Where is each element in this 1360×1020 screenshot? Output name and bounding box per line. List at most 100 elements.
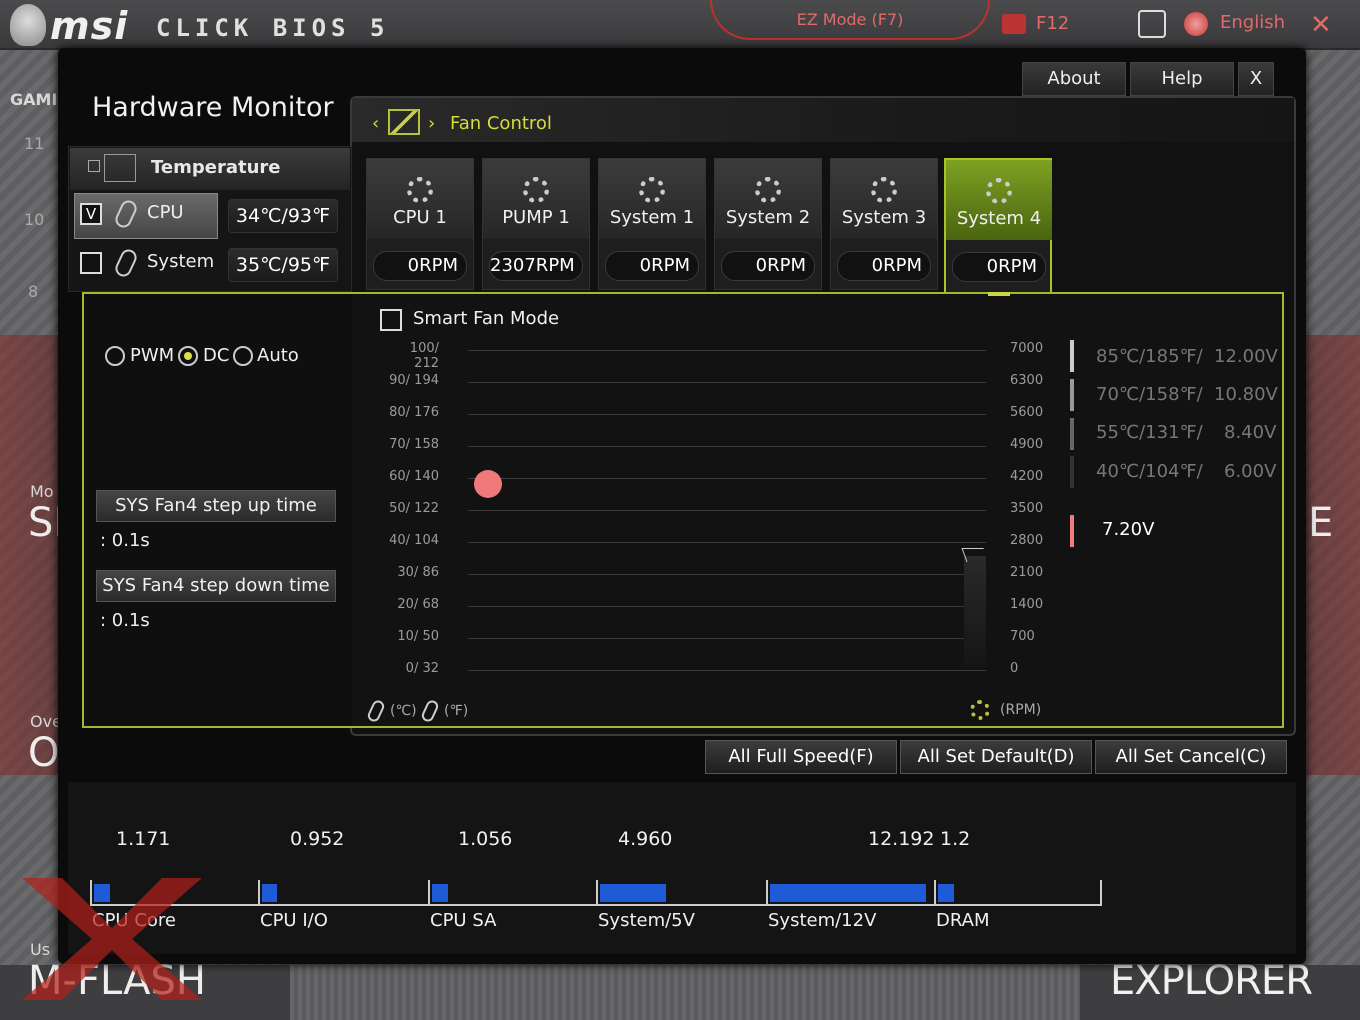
y-right-tick: 3500 [1010, 501, 1044, 516]
f12-button[interactable]: F12 [1036, 13, 1069, 34]
pwm-radio[interactable] [105, 346, 125, 366]
rpm-gauge [964, 556, 986, 666]
fan-rpm: 0RPM [373, 251, 467, 281]
y-right-tick: 4200 [1010, 469, 1044, 484]
legend-bar [1070, 418, 1074, 450]
bg-label: 10 [24, 210, 45, 229]
legend-voltage: 10.80V [1214, 384, 1278, 405]
explorer-button[interactable]: EXPLORER [1110, 958, 1313, 1004]
legend-voltage: 6.00V [1224, 461, 1277, 482]
all-set-default-button[interactable]: All Set Default(D) [900, 740, 1092, 774]
temp-row-label: CPU [147, 202, 184, 223]
voltage-bar [938, 884, 954, 902]
cpu-temp-value: 34℃/93℉ [228, 199, 338, 233]
bg-label: E [1308, 500, 1334, 546]
legend-voltage: 8.40V [1224, 422, 1277, 443]
y-right-tick: 6300 [1010, 373, 1044, 388]
background-panel-right [1304, 335, 1360, 775]
selected-tab-marker [988, 292, 1010, 296]
voltage-value: 1.056 [458, 828, 513, 850]
fan-tab-system3[interactable]: System 3 0RPM [830, 158, 938, 290]
section-title: Fan Control [450, 113, 552, 134]
close-panel-button[interactable]: X [1238, 62, 1274, 96]
search-icon[interactable] [1138, 10, 1166, 38]
collapse-icon[interactable] [88, 160, 100, 172]
help-button[interactable]: Help [1130, 62, 1234, 96]
voltage-value: 1.2 [940, 828, 971, 850]
smart-fan-mode-checkbox[interactable] [380, 309, 402, 331]
fan-tab-pump1[interactable]: PUMP 1 2307RPM [482, 158, 590, 290]
voltage-value: 0.952 [290, 828, 345, 850]
smart-fan-mode-label[interactable]: Smart Fan Mode [413, 308, 559, 329]
fan-rpm: 0RPM [952, 252, 1046, 282]
step-up-time-value: : 0.1s [100, 530, 150, 551]
fan-rpm: 0RPM [837, 251, 931, 281]
fan-name: PUMP 1 [502, 207, 570, 228]
y-right-tick: 7000 [1010, 341, 1044, 356]
system-temp-checkbox[interactable] [80, 252, 102, 274]
legend-bar [1070, 340, 1074, 372]
auto-radio[interactable] [233, 346, 253, 366]
y-right-tick: 2100 [1010, 565, 1044, 580]
close-bios-button[interactable]: ✕ [1310, 10, 1332, 40]
auto-label[interactable]: Auto [257, 345, 299, 366]
voltage-label: System/12V [768, 910, 877, 931]
globe-icon[interactable] [1184, 12, 1208, 36]
language-button[interactable]: English [1220, 12, 1285, 33]
y-right-tick: 700 [1010, 629, 1035, 644]
ez-mode-button[interactable]: EZ Mode (F7) [710, 0, 990, 40]
all-set-cancel-button[interactable]: All Set Cancel(C) [1095, 740, 1287, 774]
breadcrumb-prev-icon[interactable]: ‹ [372, 113, 379, 134]
y-left-tick: 30/ 86 [397, 565, 439, 580]
grid-line [468, 638, 986, 639]
voltage-label: CPU I/O [260, 910, 328, 931]
y-right-tick: 1400 [1010, 597, 1044, 612]
voltage-tick [596, 880, 598, 906]
voltage-bar [600, 884, 666, 902]
fan-tab-system1[interactable]: System 1 0RPM [598, 158, 706, 290]
fan-tab-cpu1[interactable]: CPU 1 0RPM [366, 158, 474, 290]
bg-label: O [28, 730, 60, 776]
grid-line [468, 414, 986, 415]
y-left-tick: 60/ 140 [389, 469, 439, 484]
y-left-tick: 50/ 122 [389, 501, 439, 516]
screenshot-icon[interactable] [1002, 14, 1026, 34]
fan-icon [523, 177, 549, 203]
voltage-tick [258, 880, 260, 906]
y-left-tick: 90/ 194 [389, 373, 439, 388]
rpm-unit: (RPM) [1000, 702, 1042, 718]
voltage-label: CPU SA [430, 910, 497, 931]
y-right-tick: 5600 [1010, 405, 1044, 420]
fan-graph-icon [388, 109, 420, 135]
dc-radio[interactable] [178, 346, 198, 366]
y-left-tick: 20/ 68 [397, 597, 439, 612]
all-full-speed-button[interactable]: All Full Speed(F) [705, 740, 897, 774]
step-down-time-button[interactable]: SYS Fan4 step down time [96, 570, 336, 602]
fan-tab-system4[interactable]: System 4 0RPM [944, 158, 1052, 294]
voltage-value: 1.171 [116, 828, 171, 850]
fan-icon [871, 177, 897, 203]
legend-temp: 55℃/131℉/ [1096, 422, 1203, 443]
breadcrumb-next-icon[interactable]: › [428, 113, 435, 134]
y-right-tick: 4900 [1010, 437, 1044, 452]
grid-line [468, 670, 986, 671]
grid-line [468, 350, 986, 351]
cpu-temp-checkbox[interactable]: V [80, 203, 102, 225]
fan-tab-system2[interactable]: System 2 0RPM [714, 158, 822, 290]
background-bottom-tile [290, 965, 1080, 1020]
about-button[interactable]: About [1022, 62, 1126, 96]
grid-line [468, 446, 986, 447]
voltage-tick-end [1100, 880, 1102, 906]
y-right-tick: 2800 [1010, 533, 1044, 548]
click-bios-logo: CLICK BIOS 5 [156, 14, 390, 42]
step-up-time-button[interactable]: SYS Fan4 step up time [96, 490, 336, 522]
dc-label[interactable]: DC [203, 345, 229, 366]
temp-row-label[interactable]: System [147, 251, 214, 272]
voltage-value: 4.960 [618, 828, 673, 850]
fan-rpm: 0RPM [605, 251, 699, 281]
fan-rpm-icon [970, 700, 990, 720]
pwm-label[interactable]: PWM [130, 345, 174, 366]
y-left-tick: 80/ 176 [389, 405, 439, 420]
voltage-tick [934, 880, 936, 906]
temperature-title: Temperature [151, 157, 281, 178]
